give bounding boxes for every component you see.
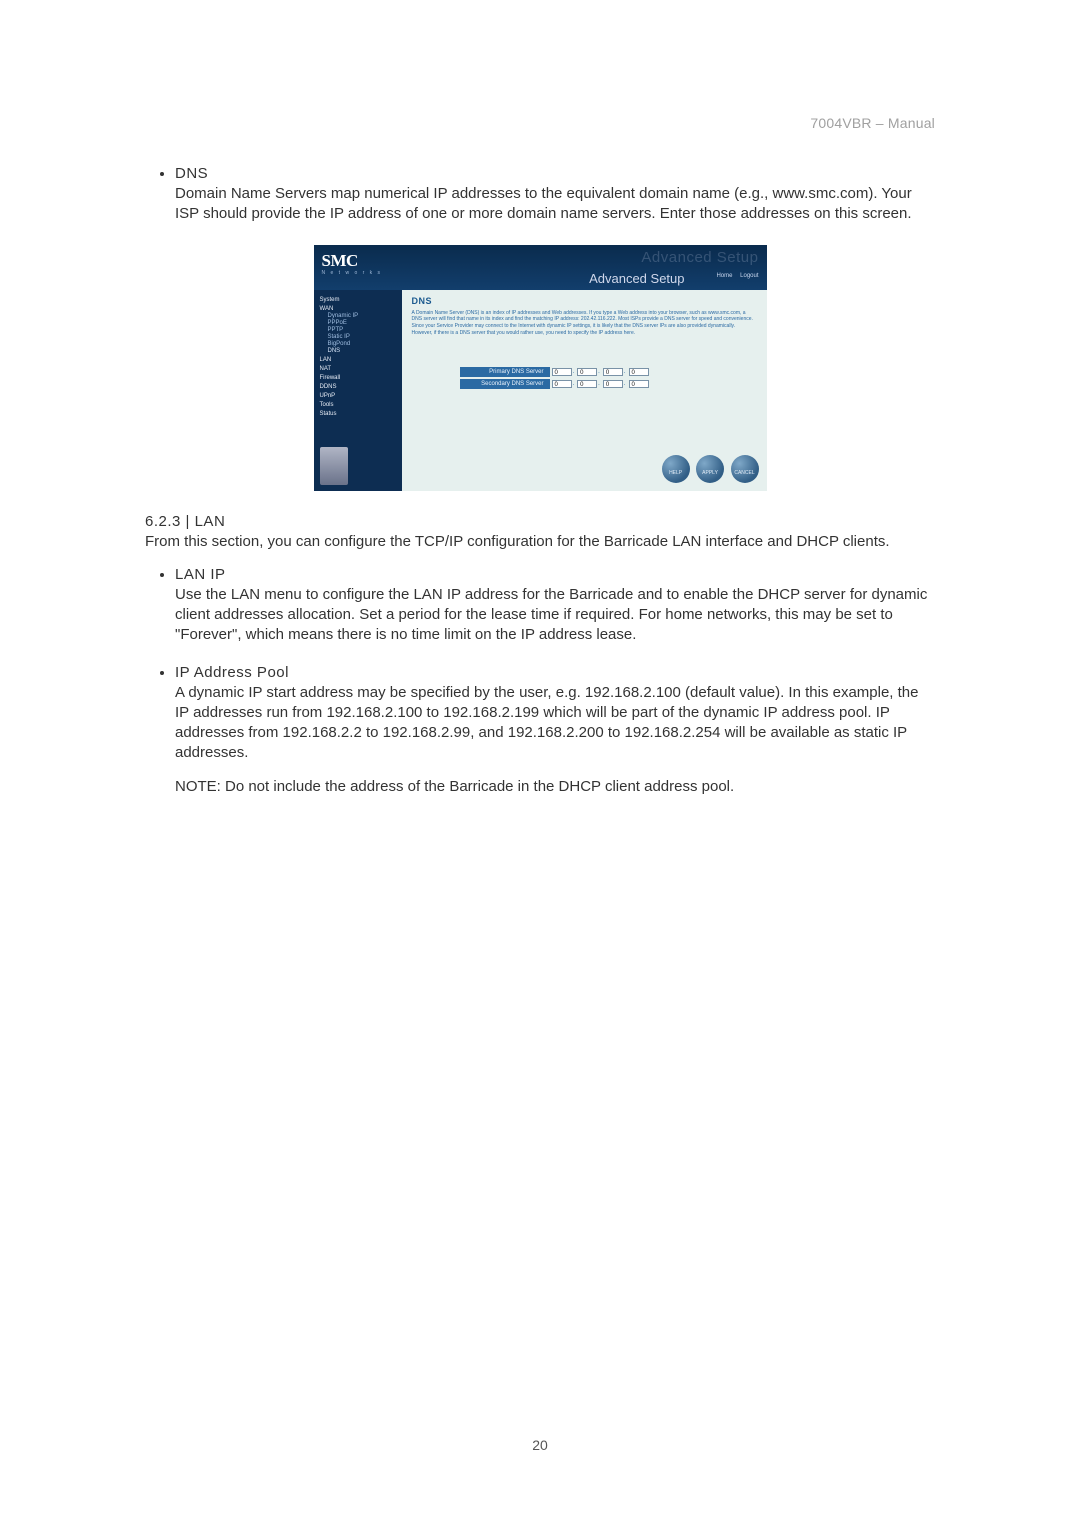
secondary-dns-oct2[interactable]: 0 [577,380,597,388]
sidebar-item-tools[interactable]: Tools [320,402,398,408]
apply-button[interactable]: APPLY [696,455,724,483]
sidebar-item-pppoe[interactable]: PPPoE [328,320,398,326]
sidebar-item-static-ip[interactable]: Static IP [328,334,398,340]
sidebar-item-status[interactable]: Status [320,411,398,417]
dns-text: Domain Name Servers map numerical IP add… [175,184,935,225]
ip-pool-text: A dynamic IP start address may be specif… [175,683,935,764]
sidebar-item-bigpond[interactable]: BigPond [328,341,398,347]
sidebar-item-wan[interactable]: WAN [320,306,398,312]
sidebar-item-firewall[interactable]: Firewall [320,375,398,381]
secondary-dns-oct3[interactable]: 0 [603,380,623,388]
sidebar-item-pptp[interactable]: PPTP [328,327,398,333]
home-link[interactable]: Home [716,273,732,279]
sidebar-item-system[interactable]: System [320,297,398,303]
lan-ip-title: LAN IP [175,566,935,583]
screenshot-topbar: SMC N e t w o r k s Advanced Setup Advan… [314,245,767,290]
primary-dns-label: Primary DNS Server [460,367,550,377]
sidebar-item-ddns[interactable]: DDNS [320,384,398,390]
primary-dns-oct4[interactable]: 0 [629,368,649,376]
smc-logo-sub: N e t w o r k s [322,270,383,276]
router-screenshot: SMC N e t w o r k s Advanced Setup Advan… [314,245,767,491]
sidebar-item-upnp[interactable]: UPnP [320,393,398,399]
smc-logo: SMC [322,251,358,271]
dns-title: DNS [175,165,935,182]
secondary-dns-oct1[interactable]: 0 [552,380,572,388]
logout-link[interactable]: Logout [740,273,758,279]
sidebar-item-dns[interactable]: DNS [328,348,398,354]
advanced-setup-heading: Advanced Setup [589,271,684,286]
sidebar-item-lan[interactable]: LAN [320,357,398,363]
cancel-button[interactable]: CANCEL [731,455,759,483]
screenshot-sidebar: System WAN Dynamic IP PPPoE PPTP Static … [314,290,402,491]
primary-dns-oct1[interactable]: 0 [552,368,572,376]
ip-pool-note: NOTE: Do not include the address of the … [175,778,935,795]
sidebar-item-nat[interactable]: NAT [320,366,398,372]
screenshot-main-desc: A Domain Name Server (DNS) is an index o… [412,310,757,337]
lan-ip-text: Use the LAN menu to configure the LAN IP… [175,585,935,646]
primary-dns-oct2[interactable]: 0 [577,368,597,376]
lan-intro: From this section, you can configure the… [145,532,935,552]
secondary-dns-label: Secondary DNS Server [460,379,550,389]
help-button[interactable]: HELP [662,455,690,483]
primary-dns-oct3[interactable]: 0 [603,368,623,376]
avatar [320,447,348,485]
page-number: 20 [0,1437,1080,1453]
screenshot-main: DNS A Domain Name Server (DNS) is an ind… [402,290,767,491]
screenshot-main-title: DNS [412,296,757,306]
secondary-dns-oct4[interactable]: 0 [629,380,649,388]
advanced-setup-ghost: Advanced Setup [641,249,758,266]
ip-pool-title: IP Address Pool [175,664,935,681]
doc-header: 7004VBR – Manual [810,115,935,131]
lan-heading: 6.2.3 | LAN [145,513,935,530]
sidebar-item-dynamic-ip[interactable]: Dynamic IP [328,313,398,319]
